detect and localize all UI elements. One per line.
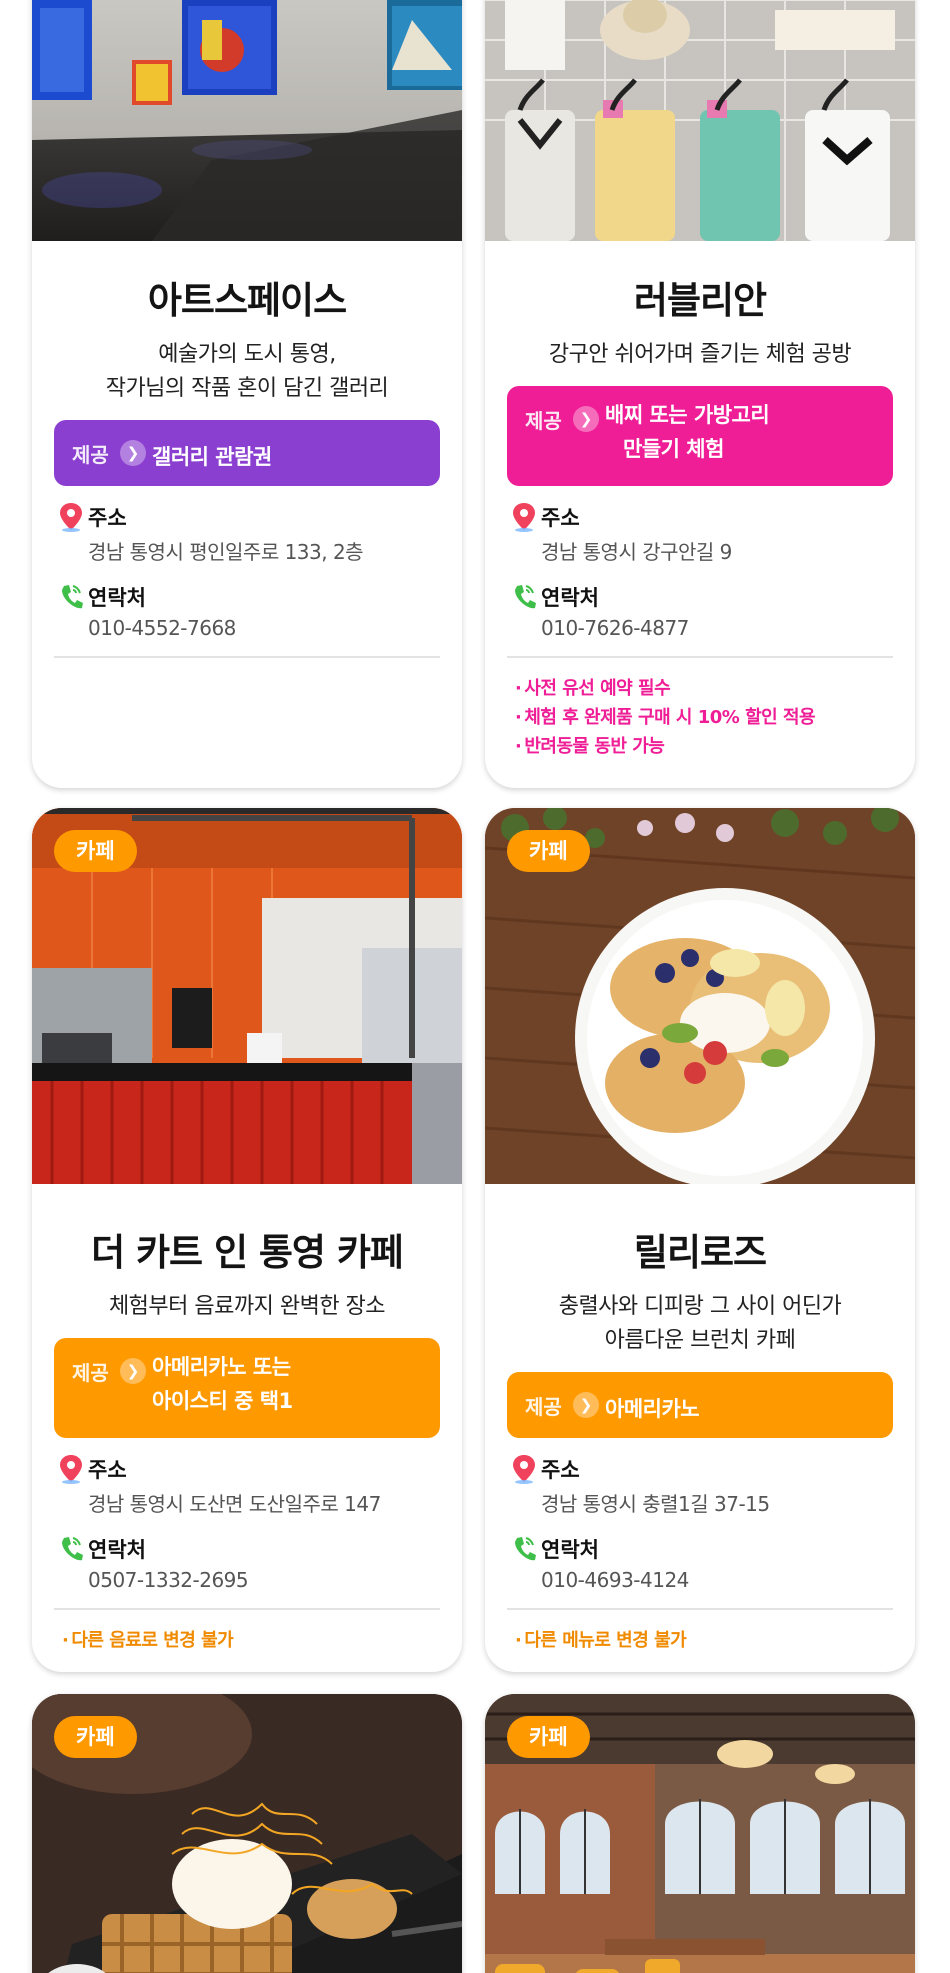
place-card-artspace[interactable]: 아트스페이스 예술가의 도시 통영, 작가님의 작품 혼이 담긴 갤러리 제공 … — [32, 0, 462, 788]
provide-box: 제공 ❯ 아메리카노 — [507, 1372, 893, 1438]
divider — [507, 656, 893, 658]
note-item: 다른 음료로 변경 불가 — [62, 1626, 440, 1655]
divider — [507, 1608, 893, 1610]
provide-box: 제공 ❯ 갤러리 관람권 — [54, 420, 440, 486]
place-card-lilyrose[interactable]: 카페 릴리로즈 충렬사와 디피랑 그 사이 어딘가 아름다운 브런치 카페 제공… — [485, 808, 915, 1672]
category-badge: 카페 — [507, 830, 590, 872]
place-card-lovelyan[interactable]: 러블리안 강구안 쉬어가며 즐기는 체험 공방 제공 ❯ 배찌 또는 가방고리 … — [485, 0, 915, 788]
address-label: 주소 — [541, 506, 580, 530]
place-description: 체험부터 음료까지 완벽한 장소 — [108, 1294, 386, 1319]
provide-tag: 제공 — [525, 1395, 562, 1419]
address-label: 주소 — [541, 1458, 580, 1482]
provide-tag: 제공 — [72, 443, 109, 467]
contact-label: 연락처 — [541, 586, 599, 610]
brunch-pancake-photo: 카페 — [485, 808, 915, 1184]
contact-value[interactable]: 010-7626-4877 — [541, 616, 689, 640]
phone-icon — [515, 1537, 536, 1561]
address-value: 경남 통영시 평인일주로 133, 2층 — [88, 540, 364, 564]
note-item: 사전 유선 예약 필수 — [515, 674, 893, 703]
address-value: 경남 통영시 충렬1길 37-15 — [541, 1492, 770, 1516]
place-description: 예술가의 도시 통영, 작가님의 작품 혼이 담긴 갤러리 — [105, 342, 389, 401]
address-row: 주소 경남 통영시 도산면 도산일주로 147 — [54, 1452, 440, 1518]
category-badge: 카페 — [54, 830, 137, 872]
place-card-the-cart-in[interactable]: 카페 더 카트 인 통영 카페 체험부터 음료까지 완벽한 장소 제공 ❯ 아메… — [32, 808, 462, 1672]
address-value: 경남 통영시 도산면 도산일주로 147 — [88, 1492, 381, 1516]
chevron-right-icon: ❯ — [573, 1392, 599, 1418]
phone-icon — [515, 585, 536, 609]
contact-value[interactable]: 010-4693-4124 — [541, 1568, 689, 1592]
contact-row: 연락처 010-7626-4877 — [507, 580, 893, 646]
chevron-right-icon: ❯ — [120, 440, 146, 466]
contact-label: 연락처 — [88, 1538, 146, 1562]
contact-label: 연락처 — [541, 1538, 599, 1562]
provide-box: 제공 ❯ 아메리카노 또는 아이스티 중 택1 — [54, 1338, 440, 1438]
place-card-cafe-6[interactable]: 카페 — [485, 1694, 915, 1973]
address-row: 주소 경남 통영시 강구안길 9 — [507, 500, 893, 566]
contact-label: 연락처 — [88, 586, 146, 610]
location-pin-icon — [60, 1455, 82, 1484]
note-item: 다른 메뉴로 변경 불가 — [515, 1626, 893, 1655]
contact-row: 연락처 0507-1332-2695 — [54, 1532, 440, 1598]
contact-row: 연락처 010-4552-7668 — [54, 580, 440, 646]
notes-list: 다른 메뉴로 변경 불가 — [515, 1626, 893, 1655]
waffle-dessert-photo: 카페 — [32, 1694, 462, 1973]
gallery-photo — [32, 0, 462, 241]
address-label: 주소 — [88, 1458, 127, 1482]
provide-value: 갤러리 관람권 — [152, 445, 272, 469]
category-badge: 카페 — [507, 1716, 590, 1758]
place-description: 충렬사와 디피랑 그 사이 어딘가 아름다운 브런치 카페 — [558, 1294, 842, 1353]
chevron-right-icon: ❯ — [120, 1358, 146, 1384]
provide-box: 제공 ❯ 배찌 또는 가방고리 만들기 체험 — [507, 386, 893, 486]
chevron-right-icon: ❯ — [573, 406, 599, 432]
location-pin-icon — [513, 503, 535, 532]
note-item: 반려동물 동반 가능 — [515, 732, 893, 761]
category-badge: 카페 — [54, 1716, 137, 1758]
address-row: 주소 경남 통영시 평인일주로 133, 2층 — [54, 500, 440, 566]
notes-list: 사전 유선 예약 필수 체험 후 완제품 구매 시 10% 할인 적용 반려동물… — [515, 674, 893, 761]
craft-shop-photo — [485, 0, 915, 241]
notes-list: 다른 음료로 변경 불가 — [62, 1626, 440, 1655]
divider — [54, 656, 440, 658]
contact-value[interactable]: 0507-1332-2695 — [88, 1568, 249, 1592]
address-row: 주소 경남 통영시 충렬1길 37-15 — [507, 1452, 893, 1518]
location-pin-icon — [513, 1455, 535, 1484]
place-name: 더 카트 인 통영 카페 — [91, 1231, 404, 1274]
phone-icon — [62, 585, 83, 609]
provide-value: 배찌 또는 가방고리 만들기 체험 — [605, 403, 770, 461]
place-name: 릴리로즈 — [633, 1231, 767, 1274]
cafe-counter-photo: 카페 — [32, 808, 462, 1184]
provide-value: 아메리카노 또는 아이스티 중 택1 — [152, 1355, 293, 1413]
address-value: 경남 통영시 강구안길 9 — [541, 540, 732, 564]
provide-tag: 제공 — [72, 1361, 109, 1385]
place-description: 강구안 쉬어가며 즐기는 체험 공방 — [548, 342, 852, 367]
divider — [54, 1608, 440, 1610]
provide-tag: 제공 — [525, 409, 562, 433]
cafe-interior-photo: 카페 — [485, 1694, 915, 1973]
phone-icon — [62, 1537, 83, 1561]
contact-row: 연락처 010-4693-4124 — [507, 1532, 893, 1598]
location-pin-icon — [60, 503, 82, 532]
provide-value: 아메리카노 — [605, 1397, 700, 1421]
contact-value[interactable]: 010-4552-7668 — [88, 616, 236, 640]
place-name: 러블리안 — [633, 279, 767, 322]
place-name: 아트스페이스 — [147, 279, 347, 322]
place-card-cafe-5[interactable]: 카페 — [32, 1694, 462, 1973]
note-item: 체험 후 완제품 구매 시 10% 할인 적용 — [515, 703, 893, 732]
address-label: 주소 — [88, 506, 127, 530]
